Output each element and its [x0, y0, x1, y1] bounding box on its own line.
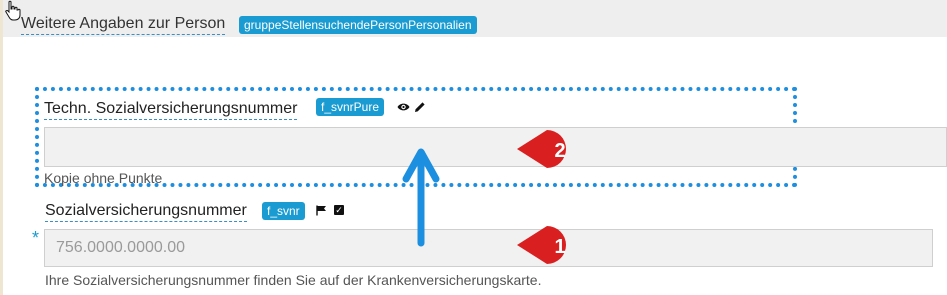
arrow-up-icon: [402, 148, 440, 247]
annotation-overlay: 2 1: [402, 129, 567, 264]
marker-1-label: 1: [554, 236, 565, 258]
marker-2-label: 2: [554, 140, 565, 162]
